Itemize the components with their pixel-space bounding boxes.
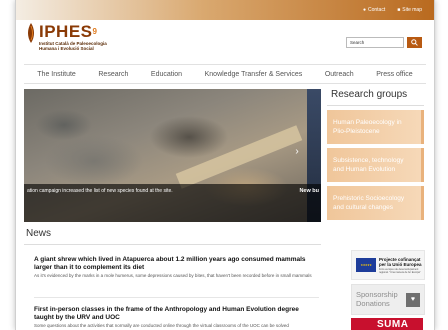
sponsorship-line2: Donations: [356, 299, 390, 308]
hero-next-caption: New bu: [299, 188, 319, 194]
news-item[interactable]: First in-person classes in the frame of …: [34, 306, 319, 329]
search: Search: [346, 37, 422, 48]
news-summary: Some questions about the activities that…: [34, 323, 289, 328]
research-group-item[interactable]: Subsistence, technology and Human Evolut…: [327, 148, 424, 182]
eu-stars: ★★★★★: [360, 263, 372, 267]
search-icon: [411, 39, 418, 46]
suma-banner[interactable]: SUMA: [351, 318, 423, 330]
research-group-label-line2: Plio-Pleistocene: [333, 128, 380, 135]
news-item[interactable]: A giant shrew which lived in Atapuerca a…: [34, 256, 319, 279]
sitemap-link[interactable]: ■ Site map: [397, 7, 422, 13]
nav-item-knowledge-transfer[interactable]: Knowledge Transfer & Services: [205, 71, 303, 78]
news-title: News: [26, 228, 52, 239]
main-nav: The Institute Research Education Knowled…: [24, 64, 426, 84]
sponsorship-line1: Sponsorship: [356, 290, 398, 299]
brand-subtitle-line2: Humana i Evolució Social: [39, 46, 94, 51]
divider: [24, 244, 321, 245]
research-group-label-line2: and cultural changes: [333, 204, 393, 211]
nav-item-outreach[interactable]: Outreach: [325, 71, 354, 78]
logo-text: IPHES9 Institut Català de Paleoecologia …: [39, 23, 107, 52]
research-group-item[interactable]: Prehistoric Socioecology and cultural ch…: [327, 186, 424, 220]
contact-link-label: Contact: [368, 7, 386, 13]
chevron-right-icon[interactable]: ›: [293, 145, 301, 159]
research-group-label: Human Paleoecology in Plio-Pleistocene: [327, 118, 402, 136]
sitemap-link-label: Site map: [402, 7, 422, 13]
hero-caption: ation campaign increased the list of new…: [27, 188, 173, 194]
news-headline[interactable]: First in-person classes in the frame of …: [34, 306, 319, 321]
contact-icon: ●: [362, 7, 366, 13]
brand-name-text: IPHES: [39, 22, 93, 41]
sponsorship-banner[interactable]: Sponsorship Donations ♥: [351, 284, 425, 315]
eu-funding-text: Projecte cofinançat per la Unió Europea …: [379, 257, 424, 274]
research-groups: Research groups Human Paleoecology in Pl…: [327, 89, 424, 224]
eu-funding-line2: per la Unió Europea: [379, 261, 422, 267]
research-group-label: Prehistoric Socioecology and cultural ch…: [327, 194, 404, 212]
research-group-label-line2: and Human Evolution: [333, 166, 396, 173]
search-button[interactable]: [407, 37, 422, 48]
donation-icon: ♥: [406, 293, 420, 307]
hero-slider[interactable]: › ation campaign increased the list of n…: [24, 89, 321, 222]
nav-item-education[interactable]: Education: [151, 71, 182, 78]
nav-item-institute[interactable]: The Institute: [37, 71, 76, 78]
hero-caption-bar: ation campaign increased the list of new…: [24, 184, 321, 222]
eu-funding-banner[interactable]: ★★★★★ Projecte cofinançat per la Unió Eu…: [351, 250, 425, 280]
eu-funding-small: Fons europeu de desenvolupament regional…: [379, 267, 421, 274]
contact-link[interactable]: ● Contact: [363, 7, 385, 13]
research-groups-title: Research groups: [331, 89, 408, 100]
logo-mark-icon: [28, 23, 34, 43]
eu-flag-icon: ★★★★★: [356, 258, 376, 272]
search-input[interactable]: Search: [346, 37, 404, 48]
research-group-item[interactable]: Human Paleoecology in Plio-Pleistocene: [327, 110, 424, 144]
suma-banner-text: SUMA: [377, 319, 409, 330]
nav-item-press-office[interactable]: Press office: [376, 71, 412, 78]
sitemap-icon: ■: [397, 7, 401, 13]
brand-name: IPHES9: [39, 23, 107, 41]
divider: [34, 297, 319, 298]
top-bar: ● Contact ■ Site map: [16, 0, 434, 20]
news-headline[interactable]: A giant shrew which lived in Atapuerca a…: [34, 256, 319, 271]
research-group-label-line1: Subsistence, technology: [333, 157, 404, 164]
research-group-edge: [421, 148, 424, 182]
research-group-label-line1: Prehistoric Socioecology: [333, 195, 405, 202]
research-group-edge: [421, 186, 424, 220]
header: IPHES9 Institut Català de Paleoecologia …: [16, 20, 434, 64]
logo[interactable]: IPHES9 Institut Català de Paleoecologia …: [26, 23, 107, 51]
divider: [327, 105, 424, 106]
news-summary: As it's evidenced by the marks in a mole…: [34, 273, 312, 278]
research-group-label-line1: Human Paleoecology in: [333, 119, 402, 126]
nav-item-research[interactable]: Research: [98, 71, 128, 78]
research-group-edge: [421, 110, 424, 144]
brand-superscript: 9: [92, 27, 98, 36]
page: ● Contact ■ Site map IPHES9 Institut Cat…: [15, 0, 435, 330]
sponsorship-text: Sponsorship Donations: [356, 290, 398, 308]
research-group-label: Subsistence, technology and Human Evolut…: [327, 156, 403, 174]
